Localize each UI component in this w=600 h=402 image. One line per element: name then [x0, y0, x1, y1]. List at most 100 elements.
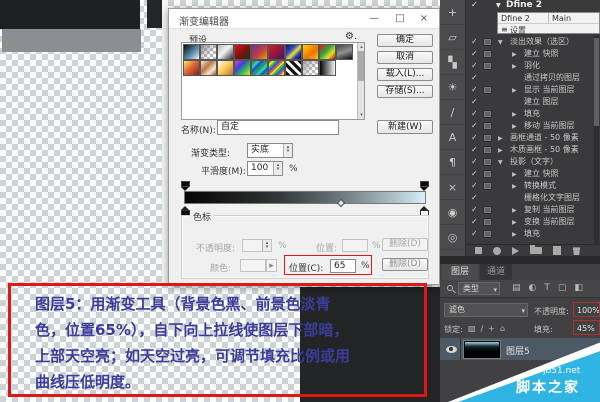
check-icon[interactable]: ✓: [471, 228, 478, 240]
spinner-icon[interactable]: [283, 144, 292, 157]
expander-icon[interactable]: ▶: [512, 229, 517, 241]
delete-color-button[interactable]: 删除(D): [382, 258, 428, 271]
gradient-preset-swatch[interactable]: [251, 44, 268, 60]
name-input[interactable]: 自定: [217, 120, 339, 135]
gradient-preset-swatch[interactable]: [319, 44, 336, 60]
check-icon[interactable]: ✓: [471, 120, 478, 132]
dialog-titlebar[interactable]: 渐变编辑器 — □ ×: [169, 9, 439, 29]
maximize-icon[interactable]: □: [391, 11, 409, 27]
action-item[interactable]: ✓▶木质画框 - 50 像素: [466, 144, 594, 156]
layer-name[interactable]: 图层5: [506, 344, 530, 357]
settings-expander-icon[interactable]: ≡: [501, 25, 508, 34]
action-item[interactable]: ✓▶画框通道 - 50 像素: [466, 132, 594, 144]
dialog-toggle-icon[interactable]: [483, 158, 492, 166]
load-button[interactable]: 载入(L)...: [377, 68, 433, 81]
action-item[interactable]: ✓▶显示 当前图层: [466, 84, 594, 96]
action-item[interactable]: ✓▼淡出效果（选区）: [466, 36, 594, 48]
gradient-preset-swatch[interactable]: [336, 44, 353, 60]
gradient-preset-swatch[interactable]: [285, 44, 302, 60]
check-icon[interactable]: ✓: [471, 48, 478, 60]
shape-layer-filter-icon[interactable]: ▢: [558, 283, 567, 293]
adjustment-layer-filter-icon[interactable]: ◐: [529, 283, 537, 293]
check-icon[interactable]: ✓: [471, 132, 478, 144]
gradient-preset-swatch[interactable]: [183, 44, 200, 60]
play-icon[interactable]: [512, 247, 519, 255]
ok-button[interactable]: 确定: [377, 34, 433, 47]
move-tool-icon[interactable]: +: [440, 0, 465, 25]
lock-paint-icon[interactable]: ∕: [481, 324, 484, 333]
patch-tool-icon[interactable]: ▱: [440, 25, 465, 50]
gradient-preset-swatch[interactable]: [285, 60, 302, 76]
gear-icon[interactable]: ⚙.: [345, 31, 357, 42]
pen-tool-icon[interactable]: ∕: [440, 100, 465, 125]
presets-scroll-thumb[interactable]: [358, 51, 364, 81]
dialog-toggle-icon[interactable]: [483, 206, 492, 214]
type-layer-filter-icon[interactable]: T: [544, 283, 550, 293]
tab-layers[interactable]: 图层: [442, 264, 478, 280]
gradient-preset-swatch[interactable]: [217, 44, 234, 60]
gradient-preset-swatch[interactable]: [217, 60, 234, 76]
gradient-preset-swatch[interactable]: [302, 60, 319, 76]
action-item[interactable]: ✓▶羽化: [466, 60, 594, 72]
lock-position-icon[interactable]: +: [488, 324, 495, 333]
clone-stamp-tool-icon[interactable]: ▚: [440, 50, 465, 75]
gradient-preset-swatch[interactable]: [302, 44, 319, 60]
visibility-eye-icon[interactable]: [446, 346, 457, 353]
smoothness-input[interactable]: 100: [247, 161, 283, 176]
opacity-stop-left[interactable]: [181, 181, 190, 190]
lock-transparency-icon[interactable]: ▨: [468, 324, 476, 333]
filter-type-dropdown[interactable]: 类型: [458, 282, 500, 295]
collapse-icon[interactable]: ▼: [496, 2, 501, 9]
blend-mode-dropdown[interactable]: 滤色: [444, 303, 528, 317]
check-icon[interactable]: ✓: [471, 84, 478, 96]
check-icon[interactable]: ✓: [471, 36, 478, 48]
check-icon[interactable]: ✓: [471, 108, 478, 120]
action-item[interactable]: ✓栅格化文字图层: [466, 192, 594, 204]
dialog-toggle-icon[interactable]: [483, 134, 492, 142]
actions-scrollbar[interactable]: [594, 36, 599, 244]
check-icon[interactable]: ✓: [471, 204, 478, 216]
gradient-preset-swatch[interactable]: [268, 44, 285, 60]
action-dfine-row[interactable]: ✓ ▼ Dfine 2: [466, 0, 600, 12]
dialog-toggle-icon[interactable]: [483, 122, 492, 130]
type-tool-icon[interactable]: A: [440, 125, 465, 150]
color-position-input[interactable]: 65: [330, 259, 356, 273]
color-swatch[interactable]: [240, 259, 266, 272]
gradient-preset-swatch[interactable]: [268, 60, 285, 76]
check-icon[interactable]: ✓: [471, 216, 478, 228]
note-tool-icon[interactable]: ¶: [440, 150, 465, 175]
minimize-icon[interactable]: —: [365, 11, 383, 27]
action-item[interactable]: ✓▶转换模式: [466, 180, 594, 192]
gradient-preset-swatch[interactable]: [200, 60, 217, 76]
smart-object-filter-icon[interactable]: ◧: [574, 283, 583, 293]
dialog-toggle-icon[interactable]: [483, 146, 492, 154]
check-icon[interactable]: ✓: [471, 156, 478, 168]
lock-all-icon[interactable]: ⌂: [500, 324, 505, 333]
folder-icon[interactable]: [530, 247, 542, 254]
scroll-down-icon[interactable]: ▾: [358, 111, 365, 119]
action-item[interactable]: ✓通过拷贝的图层: [466, 72, 594, 84]
opacity-stop-right[interactable]: [420, 181, 429, 190]
dialog-toggle-icon[interactable]: [483, 170, 492, 178]
action-item[interactable]: ✓▶填充: [466, 228, 594, 240]
check-icon[interactable]: ✓: [471, 180, 478, 192]
gradient-type-select[interactable]: 实底: [247, 143, 293, 158]
check-icon[interactable]: ✓: [471, 168, 478, 180]
gradient-preset-swatch[interactable]: [251, 60, 268, 76]
zoom-tool-icon[interactable]: ◉: [440, 200, 465, 225]
scroll-up-icon[interactable]: ▴: [358, 43, 365, 51]
dialog-toggle-icon[interactable]: [483, 110, 492, 118]
presets-scrollbar[interactable]: ▴ ▾: [357, 43, 364, 119]
action-item[interactable]: ✓▶填充: [466, 108, 594, 120]
color-arrow-icon[interactable]: ▸: [266, 259, 277, 272]
dialog-toggle-icon[interactable]: [483, 2, 492, 10]
dialog-toggle-icon[interactable]: [483, 62, 492, 70]
dialog-toggle-icon[interactable]: [483, 230, 492, 238]
dodge-tool-icon[interactable]: ☀: [440, 75, 465, 100]
tab-channels[interactable]: 通道: [480, 264, 512, 280]
check-icon[interactable]: ✓: [471, 72, 478, 84]
record-icon[interactable]: [493, 247, 501, 255]
adobe-logo-icon[interactable]: ◎: [440, 225, 465, 250]
dialog-toggle-icon[interactable]: [483, 218, 492, 226]
new-button[interactable]: 新建(W): [377, 120, 433, 134]
